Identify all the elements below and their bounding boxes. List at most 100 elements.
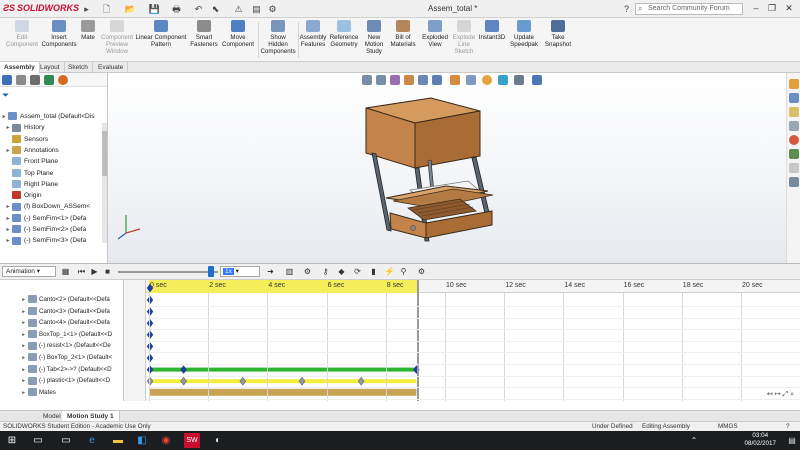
timeline-key[interactable] (146, 318, 154, 328)
timeline-key[interactable] (146, 342, 154, 351)
expand-arrow-icon[interactable]: ▸ (4, 146, 12, 156)
timeline-key[interactable] (146, 283, 154, 293)
save-animation-icon[interactable]: ▥ (284, 266, 295, 277)
timeline-key[interactable] (146, 295, 154, 305)
motion-tree-item[interactable]: ▸ BoxTop_1<1> (Default<<D (0, 329, 123, 340)
feature-tree-item[interactable]: ▸ Annotations (4, 145, 104, 156)
feature-tree-item[interactable]: ▸ Assem_total (Default<Dis (0, 111, 100, 122)
timeline-zoom-tools[interactable]: ↤ ↦ ⤢ ⌕ (767, 390, 794, 399)
new-motion-study-button[interactable]: New Motion Study (360, 20, 388, 55)
chrome-icon[interactable]: ◉ (158, 433, 174, 448)
contact-icon[interactable]: ⚡ (384, 266, 395, 277)
autokey-icon[interactable]: ⚷ (320, 266, 331, 277)
display-manager-icon[interactable] (58, 75, 68, 85)
feature-tree-item[interactable]: Top Plane (4, 168, 104, 179)
component-preview-window-button[interactable]: Component Preview Window (100, 20, 134, 55)
timeline-key[interactable] (298, 376, 306, 386)
playback-slider-thumb[interactable] (208, 266, 214, 277)
menu-arrow-icon[interactable]: ▸ (80, 3, 93, 15)
timeline[interactable]: 0 sec 2 sec 4 sec 6 sec 8 sec 10 sec 12 sec 14 … (146, 280, 800, 401)
feature-tree-item[interactable]: Right Plane (4, 179, 104, 190)
timeline-key[interactable] (357, 376, 365, 386)
expand-arrow-icon[interactable]: ▸ (0, 330, 28, 340)
timeline-key[interactable] (239, 376, 247, 386)
edit-component-button[interactable]: Edit Component (2, 20, 42, 48)
instant3d-button[interactable]: Instant3D (478, 20, 506, 41)
tab-layout[interactable]: Layout (36, 62, 65, 73)
restore-button[interactable]: ❐ (766, 2, 778, 15)
playback-mode-icon[interactable]: ➜ (265, 266, 276, 277)
change-bar-yellow[interactable] (150, 379, 417, 384)
feature-tree-icon[interactable] (2, 75, 12, 85)
windows-start-icon[interactable]: ⊞ (4, 433, 20, 448)
expand-arrow-icon[interactable]: ▸ (0, 353, 28, 363)
taskbar-clock[interactable]: 03:04 08/02/2017 (744, 432, 776, 448)
tab-evaluate[interactable]: Evaluate (94, 62, 129, 73)
file-properties-icon[interactable]: ▤ (250, 3, 263, 15)
animation-wizard-icon[interactable]: ⚙ (302, 266, 313, 277)
solidworks-resources-icon[interactable] (789, 79, 799, 89)
search-input[interactable]: ⌕ Search Community Forum (635, 3, 743, 15)
rebuild-icon[interactable]: ⚠ (232, 3, 245, 15)
scroll-thumb[interactable] (102, 131, 107, 176)
expand-arrow-icon[interactable]: ▸ (0, 376, 28, 386)
file-explorer-icon[interactable]: ▭ (58, 433, 74, 448)
study-type-select[interactable]: Animation ▾ (2, 266, 56, 277)
insert-components-button[interactable]: Insert Components (40, 20, 78, 48)
motion-tree-item[interactable]: ▸ Canto<2> (Default<<Defa (0, 294, 123, 305)
save-icon[interactable]: 💾 (148, 3, 161, 15)
expand-arrow-icon[interactable]: ▸ (0, 112, 8, 122)
view-palette-icon[interactable] (789, 121, 799, 131)
motion-tree-item[interactable]: ▸ Mates (0, 387, 123, 398)
motion-tree-item[interactable]: ▸ Canto<4> (Default<<Defa (0, 317, 123, 328)
open-file-icon[interactable]: 📂 (124, 3, 137, 15)
smart-fasteners-button[interactable]: Smart Fasteners (188, 20, 220, 48)
notifications-icon[interactable]: ▤ (784, 433, 800, 448)
reference-geometry-button[interactable]: Reference Geometry (328, 20, 360, 48)
expand-arrow-icon[interactable]: ▸ (4, 123, 12, 133)
expand-arrow-icon[interactable]: ▸ (4, 236, 12, 246)
gravity-icon[interactable]: ⚲ (398, 266, 409, 277)
property-manager-icon[interactable] (16, 75, 26, 85)
feature-tree-item[interactable]: Front Plane (4, 156, 104, 167)
expand-arrow-icon[interactable]: ▸ (0, 388, 28, 398)
calculate-icon[interactable]: ▦ (60, 266, 71, 277)
play-from-start-icon[interactable]: ⏮ (76, 266, 87, 277)
undo-icon[interactable]: ↶ (192, 3, 205, 15)
playback-slider[interactable] (118, 271, 218, 273)
playback-speed-select[interactable]: 1x ▾ (220, 266, 260, 277)
solidworks-taskbar-icon[interactable]: SW (184, 433, 200, 448)
exploded-view-button[interactable]: Exploded View (420, 20, 450, 48)
tab-sketch[interactable]: Sketch (64, 62, 93, 73)
folder-icon[interactable]: ▬ (110, 433, 126, 448)
print-icon[interactable]: 🖶 (170, 3, 183, 15)
notes-icon[interactable] (789, 177, 799, 187)
solidworks-logo[interactable]: ƧS SOLIDWORKS (3, 3, 79, 13)
options-icon[interactable]: ⚙ (266, 3, 279, 15)
system-tray-icons[interactable]: ⌃ ▭ ♪ (686, 433, 702, 448)
show-hidden-components-button[interactable]: Show Hidden Components (260, 20, 296, 55)
file-explorer-icon[interactable] (789, 107, 799, 117)
media-icon[interactable]: ◐ (210, 433, 226, 448)
mates-bar[interactable] (150, 388, 417, 396)
play-icon[interactable]: ▶ (89, 266, 100, 277)
close-button[interactable]: ✕ (783, 2, 795, 15)
feature-tree-item[interactable]: Origin (4, 190, 104, 201)
timeline-key[interactable] (146, 307, 154, 316)
motion-tree-item[interactable]: ▸ Canto<3> (Default<<Defa (0, 306, 123, 317)
feature-tree-item[interactable]: ▸ (-) SemFim<3> (Defa (4, 235, 104, 246)
timeline-key[interactable] (146, 365, 154, 374)
timeline-key[interactable] (146, 330, 154, 340)
expand-arrow-icon[interactable]: ▸ (0, 365, 28, 375)
select-icon[interactable]: ⬉ (209, 3, 222, 15)
forum-icon[interactable] (789, 163, 799, 173)
move-component-button[interactable]: Move Component (220, 20, 256, 48)
expand-arrow-icon[interactable]: ▸ (4, 202, 12, 212)
timeline-key[interactable] (180, 365, 187, 374)
tab-assembly[interactable]: Assembly (0, 62, 40, 73)
help-icon[interactable]: ? (620, 3, 633, 15)
motion-study-properties-icon[interactable]: ⚙ (416, 266, 427, 277)
add-key-icon[interactable]: ◆ (336, 266, 347, 277)
task-view-icon[interactable]: ▭ (30, 433, 46, 448)
motion-tree-item[interactable]: ▸ (-) plastic<1> (Default<<D (0, 375, 123, 386)
